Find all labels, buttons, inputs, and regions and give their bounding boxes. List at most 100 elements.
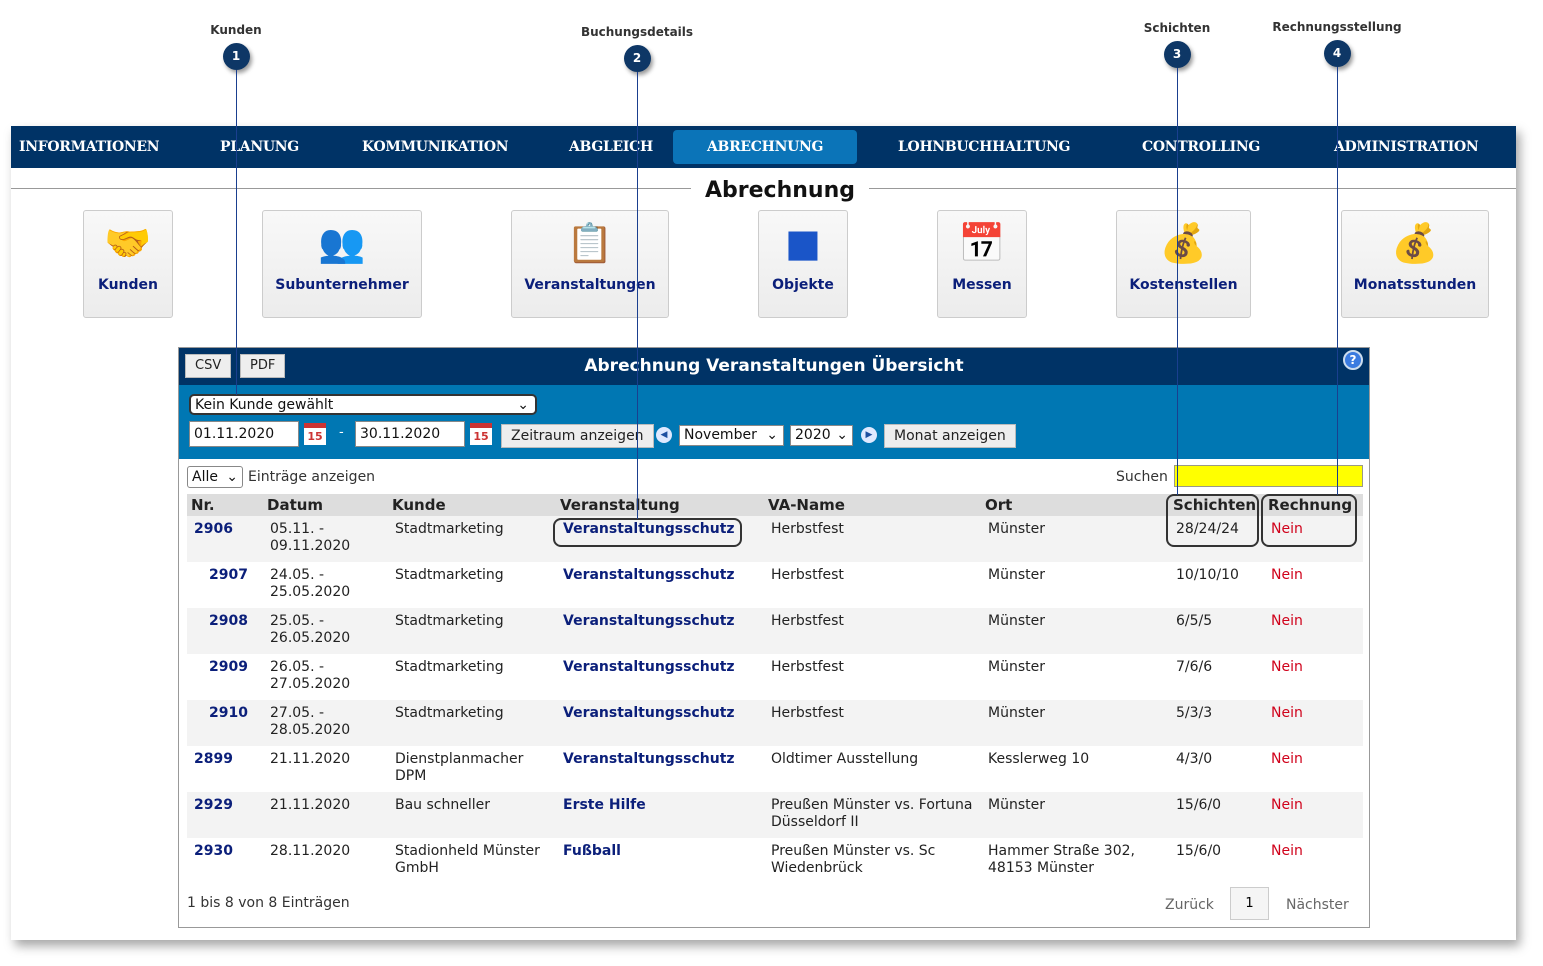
cell-nr[interactable]: 2906 — [187, 516, 263, 562]
cell-veranstaltung[interactable]: Erste Hilfe — [556, 792, 764, 838]
cell-kunde: Stadionheld Münster GmbH — [395, 843, 540, 876]
month-select[interactable]: November ⌄ — [679, 425, 784, 446]
cell-kunde: Dienstplanmacher DPM — [395, 751, 524, 784]
prev-page-button[interactable]: Zurück — [1165, 897, 1214, 913]
cell-veranstaltung[interactable]: Veranstaltungsschutz — [556, 746, 764, 792]
table-row: 2910 27.05. - 28.05.2020 Stadtmarketing Ver… — [187, 700, 1363, 746]
col-nr[interactable]: Nr. — [187, 494, 263, 516]
tile-veranstaltungen[interactable]: 📋 Veranstaltungen — [511, 210, 669, 318]
nav-controlling[interactable]: CONTROLLING — [1142, 126, 1260, 168]
overview-panel: Abrechnung Veranstaltungen Übersicht CSV… — [178, 347, 1370, 928]
col-datum[interactable]: Datum — [263, 494, 388, 516]
entries-select[interactable]: Alle ⌄ — [187, 466, 243, 488]
search-label: Suchen — [1116, 469, 1168, 485]
tile-kostenstellen[interactable]: 💰 Kostenstellen — [1116, 210, 1251, 318]
cell-nr[interactable]: 2910 — [187, 700, 263, 746]
page-1-button[interactable]: 1 — [1230, 887, 1269, 920]
col-ort[interactable]: Ort — [981, 494, 1169, 516]
callout-rechnung: Rechnungsstellung 4 — [1257, 20, 1417, 67]
callout-line — [1177, 68, 1178, 495]
col-kunde[interactable]: Kunde — [388, 494, 556, 516]
nav-abrechnung[interactable]: ABRECHNUNG — [673, 130, 858, 164]
calendar-icon[interactable]: 15 — [304, 423, 326, 445]
col-veranstaltung[interactable]: Veranstaltung — [556, 494, 764, 516]
cell-va-name: Oldtimer Ausstellung — [771, 751, 919, 767]
customer-select[interactable]: Kein Kunde gewählt ⌄ — [189, 394, 537, 415]
date-from-input[interactable]: 01.11.2020 — [189, 421, 299, 447]
chevron-down-icon: ⌄ — [226, 469, 238, 485]
cell-nr[interactable]: 2930 — [187, 838, 263, 884]
cell-nr[interactable]: 2908 — [187, 608, 263, 654]
callout-label: Kunden — [210, 23, 262, 37]
highlight-veranstaltung — [553, 518, 742, 547]
callout-buchungsdetails: Buchungsdetails 2 — [557, 25, 717, 72]
callout-kunden: Kunden 1 — [156, 23, 316, 70]
chart-board-icon: 📋 — [566, 221, 614, 265]
range-button[interactable]: Zeitraum anzeigen — [501, 424, 654, 448]
events-table: Nr. Datum Kunde Veranstaltung VA-Name Or… — [187, 494, 1363, 884]
cell-kunde: Stadtmarketing — [395, 567, 504, 583]
cell-veranstaltung[interactable]: Veranstaltungsschutz — [556, 562, 764, 608]
month-value: November — [684, 427, 757, 443]
highlight-rechnung — [1261, 494, 1357, 547]
tile-kunden[interactable]: 🤝 Kunden — [83, 210, 173, 318]
cell-nr[interactable]: 2909 — [187, 654, 263, 700]
cell-nr[interactable]: 2907 — [187, 562, 263, 608]
cell-datum: 21.11.2020 — [263, 792, 388, 838]
table-row: 2929 21.11.2020 Bau schneller Erste Hilfe Pr… — [187, 792, 1363, 838]
entries-label: Einträge anzeigen — [248, 469, 376, 485]
cell-schichten: 10/10/10 — [1176, 567, 1239, 583]
cell-rechnung: Nein — [1264, 608, 1363, 654]
col-va-name[interactable]: VA-Name — [764, 494, 981, 516]
calendar-icon[interactable]: 15 — [470, 423, 492, 445]
nav-informationen[interactable]: INFORMATIONEN — [19, 126, 160, 168]
next-month-icon[interactable]: ▶ — [861, 427, 877, 443]
cell-va-name: Preußen Münster vs. Sc Wiedenbrück — [771, 843, 936, 876]
cell-nr[interactable]: 2929 — [187, 792, 263, 838]
cell-veranstaltung[interactable]: Veranstaltungsschutz — [556, 700, 764, 746]
cell-nr[interactable]: 2899 — [187, 746, 263, 792]
tile-label: Kostenstellen — [1129, 277, 1238, 293]
cell-schichten: 5/3/3 — [1169, 700, 1264, 746]
cell-ort: Münster — [981, 516, 1169, 562]
search-input[interactable] — [1174, 465, 1363, 487]
tile-label: Veranstaltungen — [524, 277, 656, 293]
handshake-icon: 🤝 — [104, 221, 152, 265]
cell-va-name: Preußen Münster vs. Fortuna Düsseldorf I… — [764, 792, 981, 838]
nav-administration[interactable]: ADMINISTRATION — [1334, 126, 1479, 168]
tile-messen[interactable]: 📅 Messen — [937, 210, 1027, 318]
cell-veranstaltung[interactable]: Veranstaltungsschutz — [556, 654, 764, 700]
pdf-button[interactable]: PDF — [240, 354, 286, 378]
cell-ort: Münster — [988, 567, 1045, 583]
callout-line — [1337, 67, 1338, 495]
tile-subunternehmer[interactable]: 👥 Subunternehmer — [262, 210, 422, 318]
help-icon[interactable]: ? — [1343, 350, 1363, 370]
cell-va-name: Herbstfest — [764, 516, 981, 562]
cell-kunde: Stadtmarketing — [388, 516, 556, 562]
date-to-input[interactable]: 30.11.2020 — [355, 421, 465, 447]
cell-veranstaltung[interactable]: Fußball — [556, 838, 764, 884]
nav-planung[interactable]: PLANUNG — [220, 126, 299, 168]
tile-label: Kunden — [97, 277, 159, 293]
next-page-button[interactable]: Nächster — [1286, 897, 1349, 913]
cell-datum: 05.11. - 09.11.2020 — [263, 516, 388, 562]
prev-month-icon[interactable]: ◀ — [656, 427, 672, 443]
nav-lohnbuchhaltung[interactable]: LOHNBUCHHALTUNG — [898, 126, 1070, 168]
table-row: 2909 26.05. - 27.05.2020 Stadtmarketing Ver… — [187, 654, 1363, 700]
highlight-schichten — [1166, 494, 1259, 547]
year-select[interactable]: 2020 ⌄ — [790, 425, 853, 446]
cell-veranstaltung[interactable]: Veranstaltungsschutz — [556, 608, 764, 654]
tile-objekte[interactable]: ■ Objekte — [758, 210, 848, 318]
callout-line — [236, 70, 237, 395]
callout-schichten: Schichten 3 — [1097, 21, 1257, 68]
cell-schichten: 6/5/5 — [1169, 608, 1264, 654]
chevron-down-icon: ⌄ — [836, 427, 848, 443]
callout-label: Rechnungsstellung — [1272, 20, 1402, 34]
csv-button[interactable]: CSV — [185, 354, 232, 378]
nav-abgleich[interactable]: ABGLEICH — [569, 126, 653, 168]
nav-kommunikation[interactable]: KOMMUNIKATION — [362, 126, 509, 168]
tile-monatsstunden[interactable]: 💰 Monatsstunden — [1341, 210, 1489, 318]
tile-label: Objekte — [772, 277, 834, 293]
month-button[interactable]: Monat anzeigen — [884, 424, 1016, 448]
cube-icon: ■ — [785, 221, 821, 265]
